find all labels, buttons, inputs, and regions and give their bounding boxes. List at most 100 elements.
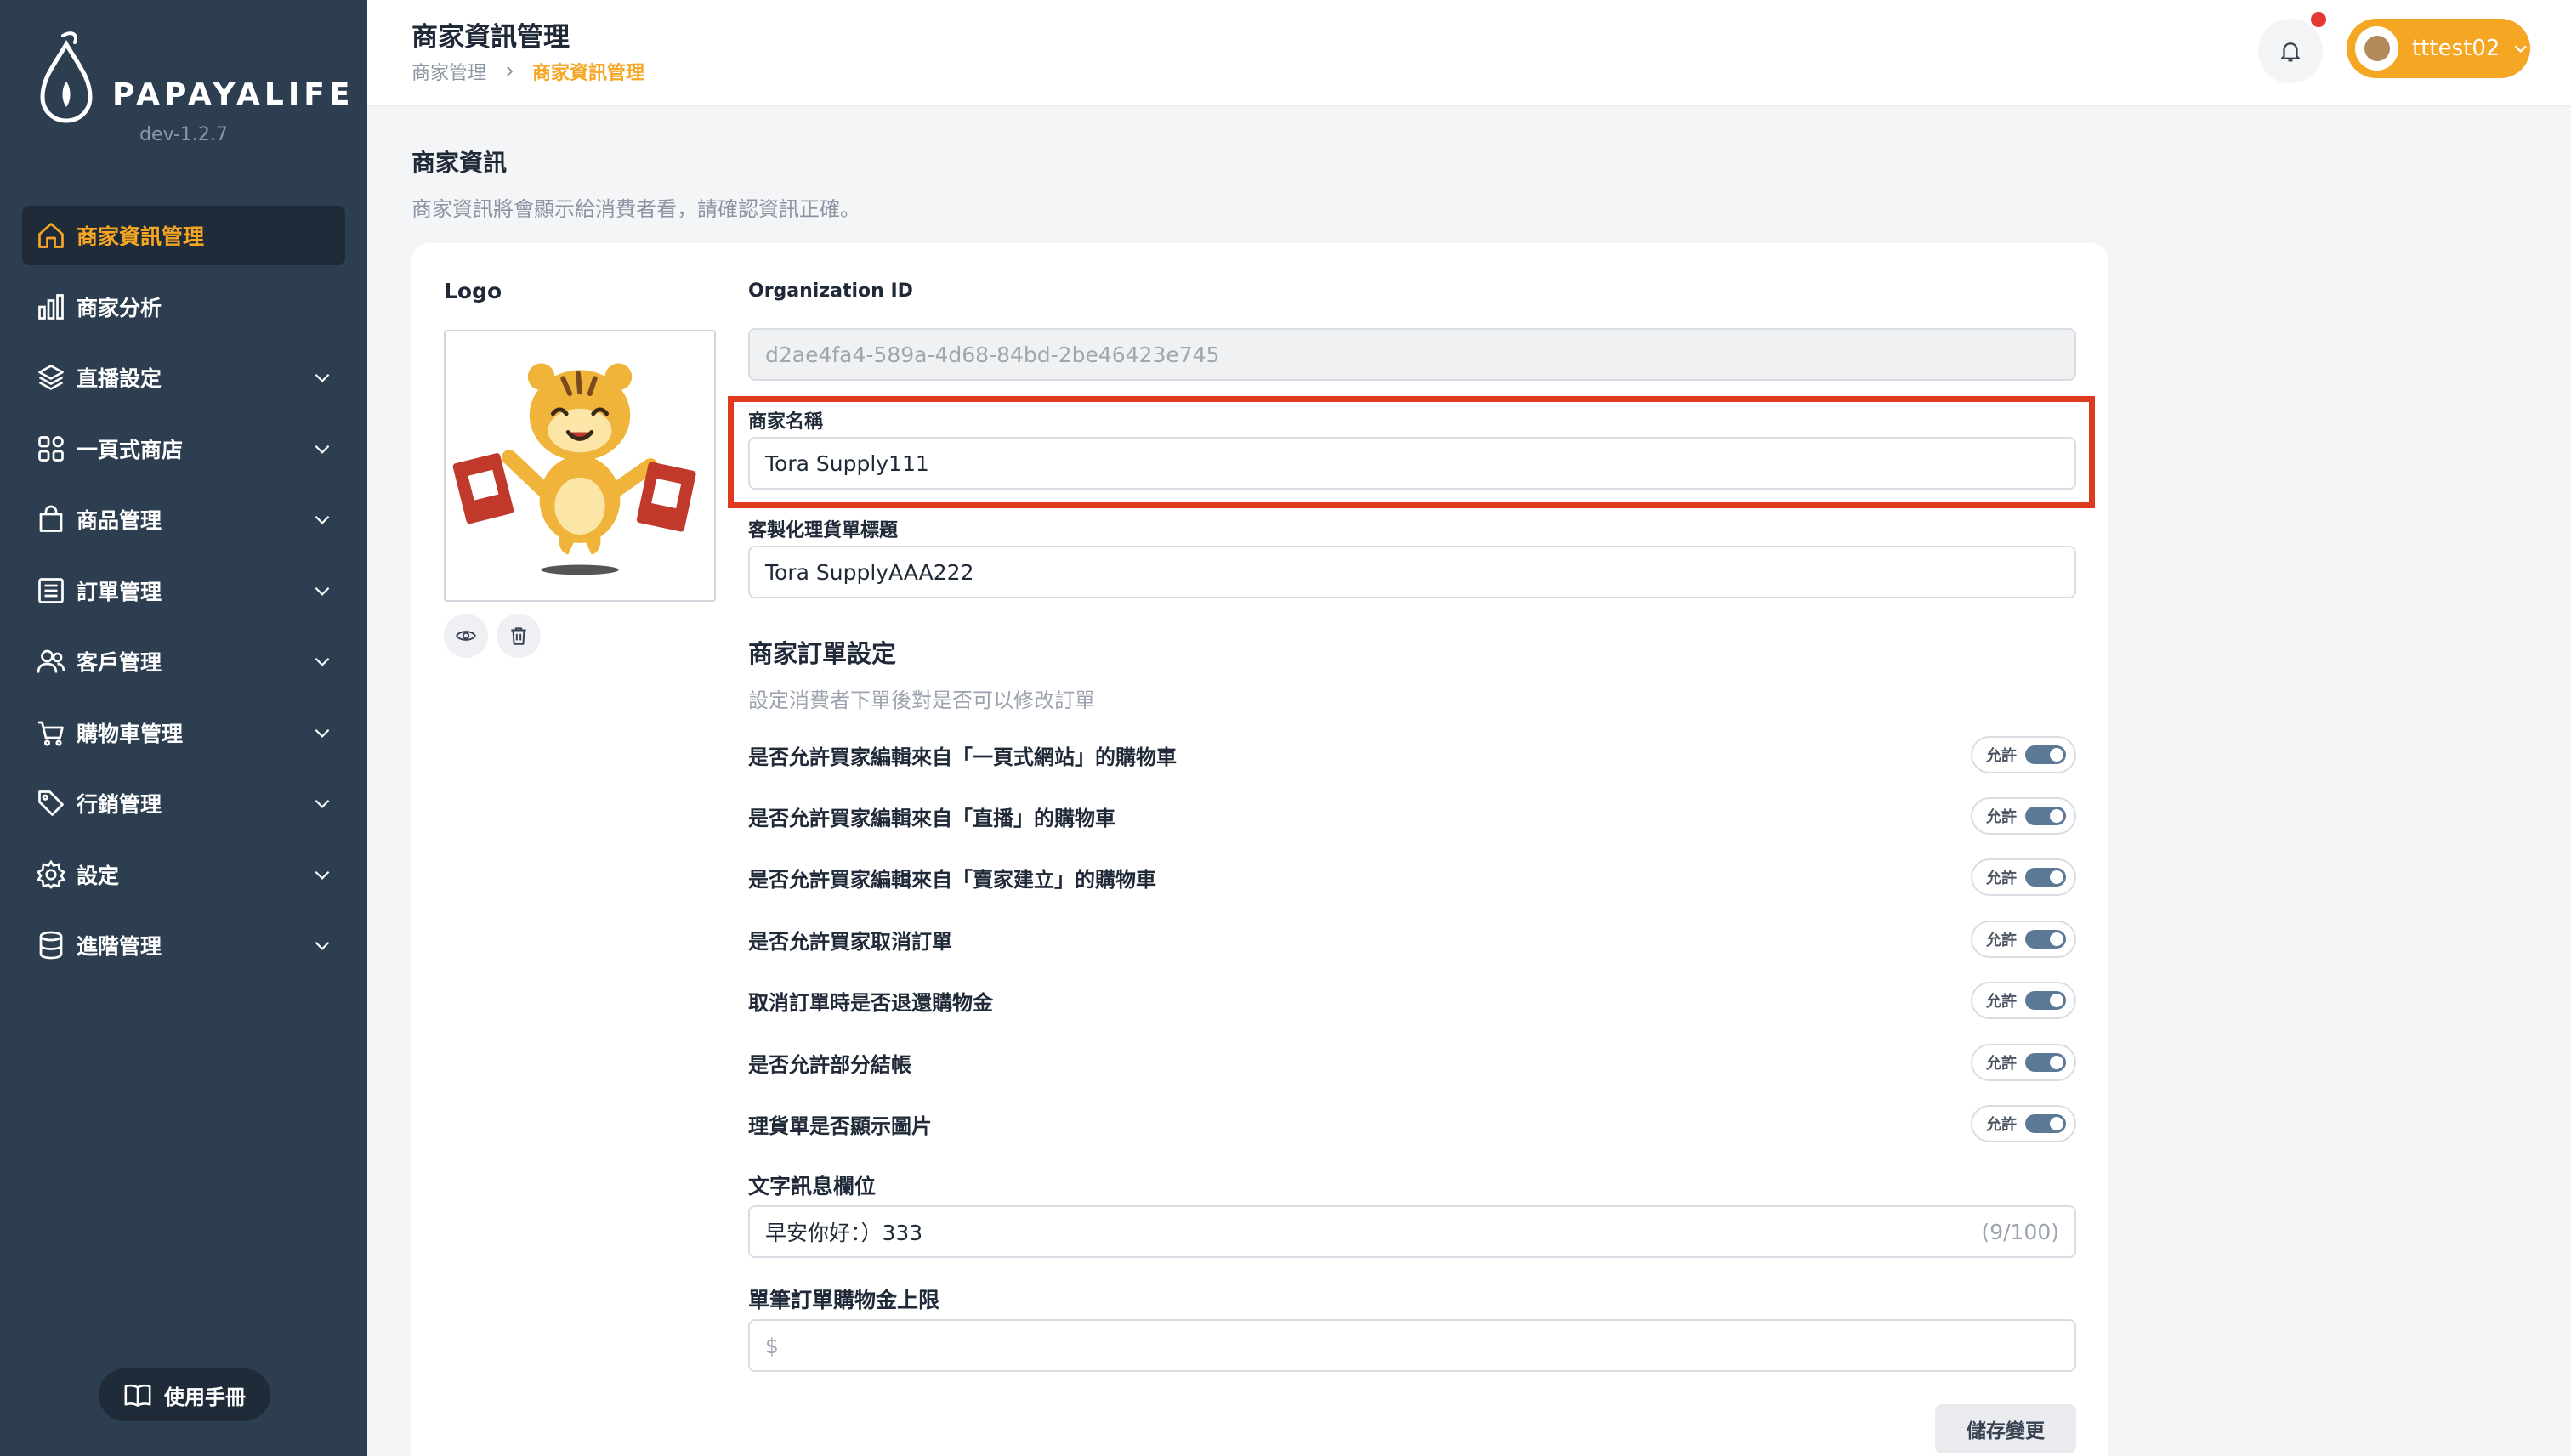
sidebar-item-label: 直播設定 xyxy=(77,366,162,391)
toggle-switch xyxy=(2025,1053,2066,1072)
papaya-logo-icon xyxy=(40,31,93,123)
notification-badge xyxy=(2311,12,2326,27)
sidebar-item-label: 訂單管理 xyxy=(77,579,162,604)
toggle-switch xyxy=(2025,991,2066,1010)
sidebar-item-merchant-info[interactable]: 商家資訊管理 xyxy=(22,206,345,265)
section-subtitle: 商家資訊將會顯示給消費者看，請確認資訊正確。 xyxy=(411,197,860,221)
invoice-title-value: Tora SupplyAAA222 xyxy=(765,559,974,585)
character-counter: (9/100) xyxy=(1981,1219,2059,1244)
sidebar-item-one-page-store[interactable]: 一頁式商店 xyxy=(22,419,345,479)
book-icon xyxy=(124,1384,151,1408)
preview-logo-button[interactable] xyxy=(444,614,488,658)
order-settings-desc: 設定消費者下單後對是否可以修改訂單 xyxy=(748,688,1095,712)
toggle-switch xyxy=(2025,930,2066,949)
message-value: 早安你好：）333 xyxy=(765,1221,923,1245)
toggle-text: 允許 xyxy=(1986,808,2017,826)
org-id-label: Organization ID xyxy=(748,280,913,302)
page-title: 商家資訊管理 xyxy=(411,22,570,53)
toggle-row: 是否允許部分結帳 允許 xyxy=(748,1044,2076,1081)
breadcrumb: 商家管理 商家資訊管理 xyxy=(411,58,644,85)
sidebar-item-analytics[interactable]: 商家分析 xyxy=(22,277,345,337)
notification-button[interactable] xyxy=(2258,19,2323,83)
bar-chart-icon xyxy=(38,293,64,320)
toggle-switch xyxy=(2025,745,2066,764)
eye-icon xyxy=(456,631,476,641)
message-label: 文字訊息欄位 xyxy=(748,1174,877,1198)
allow-toggle[interactable]: 允許 xyxy=(1971,1105,2076,1142)
app-logo-text: PAPAYALIFE xyxy=(112,76,355,112)
sidebar-item-orders[interactable]: 訂單管理 xyxy=(22,561,345,620)
invoice-title-input[interactable]: Tora SupplyAAA222 xyxy=(748,546,2076,598)
chevron-down-icon xyxy=(315,657,330,666)
highlight-box xyxy=(728,396,2095,508)
sidebar-item-products[interactable]: 商品管理 xyxy=(22,490,345,549)
sidebar-item-settings[interactable]: 設定 xyxy=(22,845,345,904)
chevron-right-icon xyxy=(507,66,514,76)
bell-icon xyxy=(2280,42,2301,62)
sidebar-item-label: 商家分析 xyxy=(77,295,162,320)
gear-icon xyxy=(36,859,66,889)
top-header: 商家資訊管理 商家管理 商家資訊管理 tttest02 xyxy=(367,0,2571,107)
chevron-down-icon xyxy=(315,445,330,454)
home-icon xyxy=(38,223,64,248)
user-manual-button[interactable]: 使用手冊 xyxy=(99,1368,270,1421)
section-title: 商家資訊 xyxy=(411,149,508,177)
delete-logo-button[interactable] xyxy=(497,614,541,658)
sidebar-item-label: 行銷管理 xyxy=(77,792,162,817)
logo-image xyxy=(444,330,716,602)
sidebar-item-label: 購物車管理 xyxy=(77,721,184,746)
credit-limit-label: 單筆訂單購物金上限 xyxy=(748,1288,940,1312)
allow-toggle[interactable]: 允許 xyxy=(1971,982,2076,1019)
toggle-switch xyxy=(2025,807,2066,825)
version-label: dev-1.2.7 xyxy=(139,124,228,145)
toggle-label: 是否允許部分結帳 xyxy=(748,1052,911,1077)
sidebar-item-label: 設定 xyxy=(77,863,120,888)
save-changes-button[interactable]: 儲存變更 xyxy=(1935,1404,2076,1453)
sidebar-item-live-settings[interactable]: 直播設定 xyxy=(22,348,345,407)
sidebar-item-marketing[interactable]: 行銷管理 xyxy=(22,773,345,833)
user-manual-label: 使用手冊 xyxy=(164,1385,246,1409)
user-menu-button[interactable]: tttest02 xyxy=(2347,19,2530,78)
toggle-label: 是否允許買家編輯來自「直播」的購物車 xyxy=(748,806,1115,830)
username: tttest02 xyxy=(2412,36,2500,61)
allow-toggle[interactable]: 允許 xyxy=(1971,1044,2076,1081)
sidebar-item-label: 一頁式商店 xyxy=(77,437,184,462)
chevron-down-icon xyxy=(315,373,330,382)
sidebar-item-label: 商家資訊管理 xyxy=(77,224,205,249)
toggle-text: 允許 xyxy=(1986,993,2017,1011)
toggle-label: 理貨單是否顯示圖片 xyxy=(748,1113,932,1138)
sidebar-item-label: 進階管理 xyxy=(77,934,162,959)
credit-limit-input[interactable]: $ xyxy=(748,1319,2076,1372)
org-id-input: d2ae4fa4-589a-4d68-84bd-2be46423e745 xyxy=(748,328,2076,381)
toggle-label: 取消訂單時是否退還購物金 xyxy=(748,990,993,1015)
app-logo[interactable]: PAPAYALIFE xyxy=(37,31,354,126)
database-icon xyxy=(39,931,63,960)
toggle-row: 理貨單是否顯示圖片 允許 xyxy=(748,1105,2076,1142)
toggle-switch xyxy=(2025,1114,2066,1133)
toggle-text: 允許 xyxy=(1986,1055,2017,1073)
allow-toggle[interactable]: 允許 xyxy=(1971,858,2076,896)
breadcrumb-item[interactable]: 商家管理 xyxy=(411,58,486,85)
toggle-label: 是否允許買家編輯來自「賣家建立」的購物車 xyxy=(748,867,1156,892)
allow-toggle[interactable]: 允許 xyxy=(1971,797,2076,835)
logo-label: Logo xyxy=(444,279,502,303)
sidebar-item-customers[interactable]: 客戶管理 xyxy=(22,632,345,691)
toggle-row: 是否允許買家取消訂單 允許 xyxy=(748,921,2076,958)
toggle-row: 是否允許買家編輯來自「賣家建立」的購物車 允許 xyxy=(748,858,2076,896)
message-input[interactable]: 早安你好：）333 (9/100) xyxy=(748,1205,2076,1258)
users-icon xyxy=(37,649,65,673)
sidebar-item-advanced[interactable]: 進階管理 xyxy=(22,915,345,975)
list-icon xyxy=(38,577,64,603)
allow-toggle[interactable]: 允許 xyxy=(1971,921,2076,958)
trash-icon xyxy=(511,627,526,645)
sidebar-item-cart[interactable]: 購物車管理 xyxy=(22,703,345,762)
sidebar-item-label: 商品管理 xyxy=(77,508,162,533)
allow-toggle[interactable]: 允許 xyxy=(1971,736,2076,773)
avatar xyxy=(2355,26,2399,71)
toggle-text: 允許 xyxy=(1986,870,2017,887)
invoice-title-label: 客製化理貨單標題 xyxy=(748,520,899,541)
toggle-row: 是否允許買家編輯來自「直播」的購物車 允許 xyxy=(748,797,2076,835)
shopping-bag-icon xyxy=(39,505,63,532)
layers-icon xyxy=(38,365,64,390)
chevron-down-icon xyxy=(315,941,330,950)
